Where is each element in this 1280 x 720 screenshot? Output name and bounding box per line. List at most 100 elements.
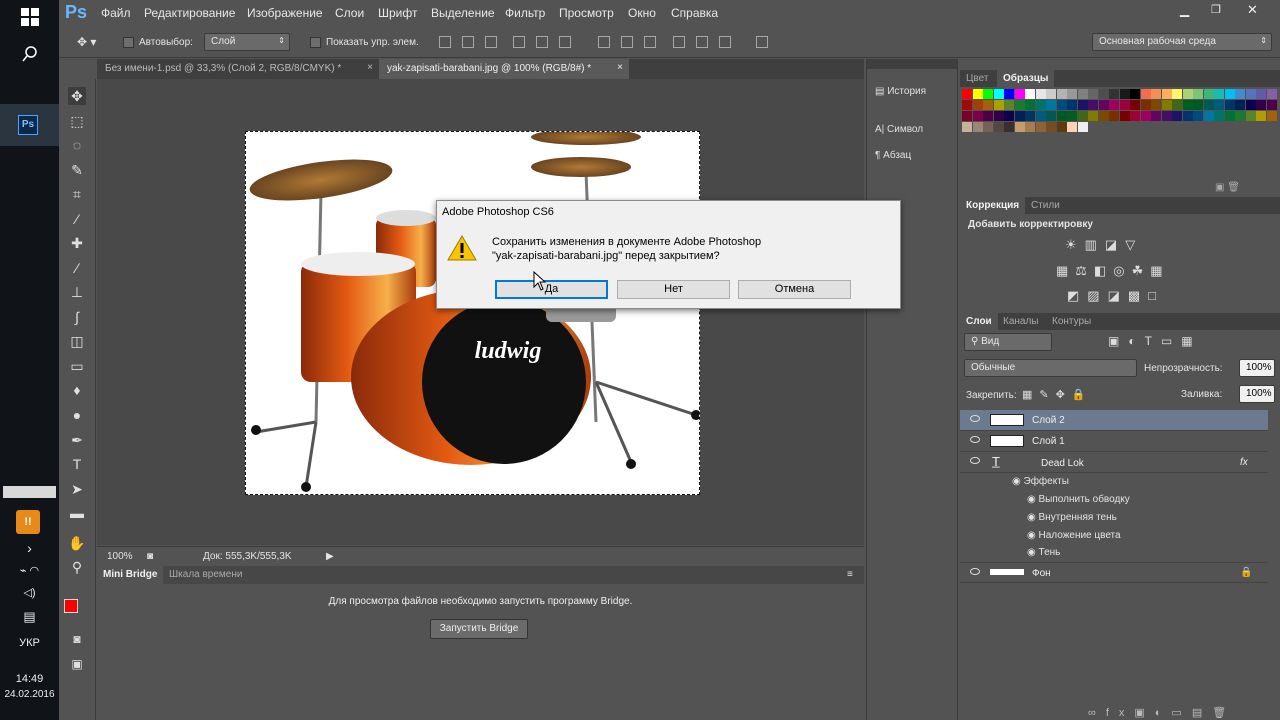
align-left-icon[interactable]: [513, 36, 525, 48]
distribute-vcenter-icon[interactable]: [621, 36, 633, 48]
move-tool-icon[interactable]: ✥: [68, 87, 86, 105]
color-swatch[interactable]: [983, 89, 993, 99]
workspace-dropdown[interactable]: Основная рабочая среда ⇕: [1092, 33, 1272, 51]
color-swatch[interactable]: [1245, 111, 1256, 121]
menu-type[interactable]: Шрифт: [378, 6, 417, 20]
color-swatch[interactable]: [1014, 122, 1025, 132]
layer-filter-dropdown[interactable]: ⚲ Вид: [964, 333, 1052, 351]
layer-row-background[interactable]: Фон 🔒: [960, 562, 1268, 583]
status-menu-arrow-icon[interactable]: ▶: [326, 551, 334, 562]
color-swatch[interactable]: [993, 122, 1004, 132]
color-swatch[interactable]: [1140, 100, 1151, 110]
color-swatch[interactable]: [1130, 89, 1140, 99]
layer-row-sloi2[interactable]: Слой 2: [960, 410, 1268, 431]
foreground-color-swatch[interactable]: [64, 599, 78, 613]
color-swatch[interactable]: [1172, 100, 1182, 110]
dodge-tool-icon[interactable]: ●: [68, 406, 86, 424]
color-swatch[interactable]: [1035, 122, 1046, 132]
color-swatch[interactable]: [1235, 111, 1245, 121]
color-swatch[interactable]: [1119, 100, 1130, 110]
color-swatch[interactable]: [962, 111, 972, 121]
effects-label[interactable]: ◉ Эффекты: [1012, 476, 1069, 487]
color-swatch[interactable]: [1256, 89, 1266, 99]
color-swatch[interactable]: [983, 122, 993, 132]
menu-window[interactable]: Окно: [628, 6, 656, 20]
color-swatch[interactable]: [1014, 89, 1025, 99]
zoom-tool-icon[interactable]: ⚲: [68, 558, 86, 576]
eye-small-icon[interactable]: ◉: [1027, 530, 1039, 541]
color-swatch[interactable]: [993, 89, 1004, 99]
color-swatch[interactable]: [1067, 122, 1077, 132]
history-panel-button[interactable]: ▤ История: [875, 86, 926, 97]
distribute-left-icon[interactable]: [673, 36, 685, 48]
color-swatch[interactable]: [1077, 89, 1088, 99]
color-swatch[interactable]: [1035, 89, 1046, 99]
move-tool-icon[interactable]: ✥ ▾: [77, 35, 96, 49]
color-swatch[interactable]: [1245, 89, 1256, 99]
color-swatch[interactable]: [1056, 111, 1067, 121]
color-swatch[interactable]: [1130, 100, 1140, 110]
align-right-icon[interactable]: [559, 36, 571, 48]
color-swatch[interactable]: [1193, 100, 1203, 110]
menu-layers[interactable]: Слои: [335, 6, 364, 20]
opacity-input[interactable]: 100%: [1239, 359, 1275, 377]
menu-help[interactable]: Справка: [671, 6, 718, 20]
eyedropper-tool-icon[interactable]: ⁄: [68, 210, 86, 228]
color-swatch[interactable]: [1077, 122, 1088, 132]
color-swatch[interactable]: [1046, 100, 1056, 110]
effect-drop-shadow[interactable]: ◉ Тень: [1027, 547, 1060, 558]
color-swatch[interactable]: [1161, 111, 1172, 121]
collapsed-panel-header[interactable]: [867, 59, 957, 69]
restore-icon[interactable]: ❐: [1211, 3, 1221, 16]
quick-mask-icon[interactable]: ◙: [68, 630, 86, 648]
color-swatch[interactable]: [1151, 100, 1161, 110]
tab-adjustments[interactable]: Коррекция: [960, 197, 1026, 214]
color-swatch[interactable]: [1119, 89, 1130, 99]
color-swatch[interactable]: [1235, 89, 1245, 99]
menu-view[interactable]: Просмотр: [559, 6, 614, 20]
eye-small-icon[interactable]: ◉: [1027, 494, 1039, 505]
no-button[interactable]: Нет: [617, 280, 730, 299]
layers-footer-icons[interactable]: ∞fx▣◐▭▤🗑: [1088, 706, 1236, 719]
adjustment-icons-row2[interactable]: ▦⚖◧◎☘▦: [1056, 263, 1170, 279]
swatches-grid[interactable]: [960, 88, 1280, 188]
color-swatch[interactable]: [1077, 111, 1088, 121]
distribute-top-icon[interactable]: [598, 36, 610, 48]
color-swatch[interactable]: [1004, 89, 1014, 99]
align-bottom-icon[interactable]: [485, 36, 497, 48]
tab-styles[interactable]: Стили: [1025, 197, 1066, 214]
menu-select[interactable]: Выделение: [431, 6, 495, 20]
color-swatch[interactable]: [1224, 100, 1235, 110]
color-swatch[interactable]: [1077, 100, 1088, 110]
distribute-right-icon[interactable]: [719, 36, 731, 48]
color-swatch[interactable]: [1245, 100, 1256, 110]
crop-tool-icon[interactable]: ⌗: [68, 185, 86, 203]
character-panel-button[interactable]: A| Символ: [875, 124, 923, 135]
color-swatch[interactable]: [1140, 89, 1151, 99]
shape-tool-icon[interactable]: ▬: [68, 504, 86, 522]
color-swatch[interactable]: [1203, 100, 1214, 110]
color-swatch[interactable]: [1025, 111, 1035, 121]
color-swatch[interactable]: [962, 89, 972, 99]
clock-time[interactable]: 14:49: [0, 673, 59, 685]
color-swatch[interactable]: [972, 122, 983, 132]
color-swatch[interactable]: [1256, 100, 1266, 110]
color-swatch[interactable]: [1214, 89, 1224, 99]
autoselect-dropdown[interactable]: Слой ⇕: [204, 33, 290, 51]
color-swatch[interactable]: [972, 89, 983, 99]
tab-color[interactable]: Цвет: [960, 70, 994, 87]
color-swatch[interactable]: [1235, 100, 1245, 110]
color-swatch[interactable]: [1046, 111, 1056, 121]
tab-mini-bridge[interactable]: Mini Bridge: [97, 566, 164, 584]
menu-file[interactable]: Файл: [101, 6, 131, 20]
windows-start-icon[interactable]: [0, 8, 59, 31]
color-swatch[interactable]: [1161, 89, 1172, 99]
color-swatch[interactable]: [1056, 100, 1067, 110]
color-swatch[interactable]: [1067, 89, 1077, 99]
color-swatch[interactable]: [1025, 122, 1035, 132]
color-swatch[interactable]: [1203, 89, 1214, 99]
quick-select-tool-icon[interactable]: ✎: [68, 161, 86, 179]
tab-paths[interactable]: Контуры: [1046, 313, 1097, 330]
color-swatch[interactable]: [1214, 111, 1224, 121]
color-swatch[interactable]: [1193, 111, 1203, 121]
